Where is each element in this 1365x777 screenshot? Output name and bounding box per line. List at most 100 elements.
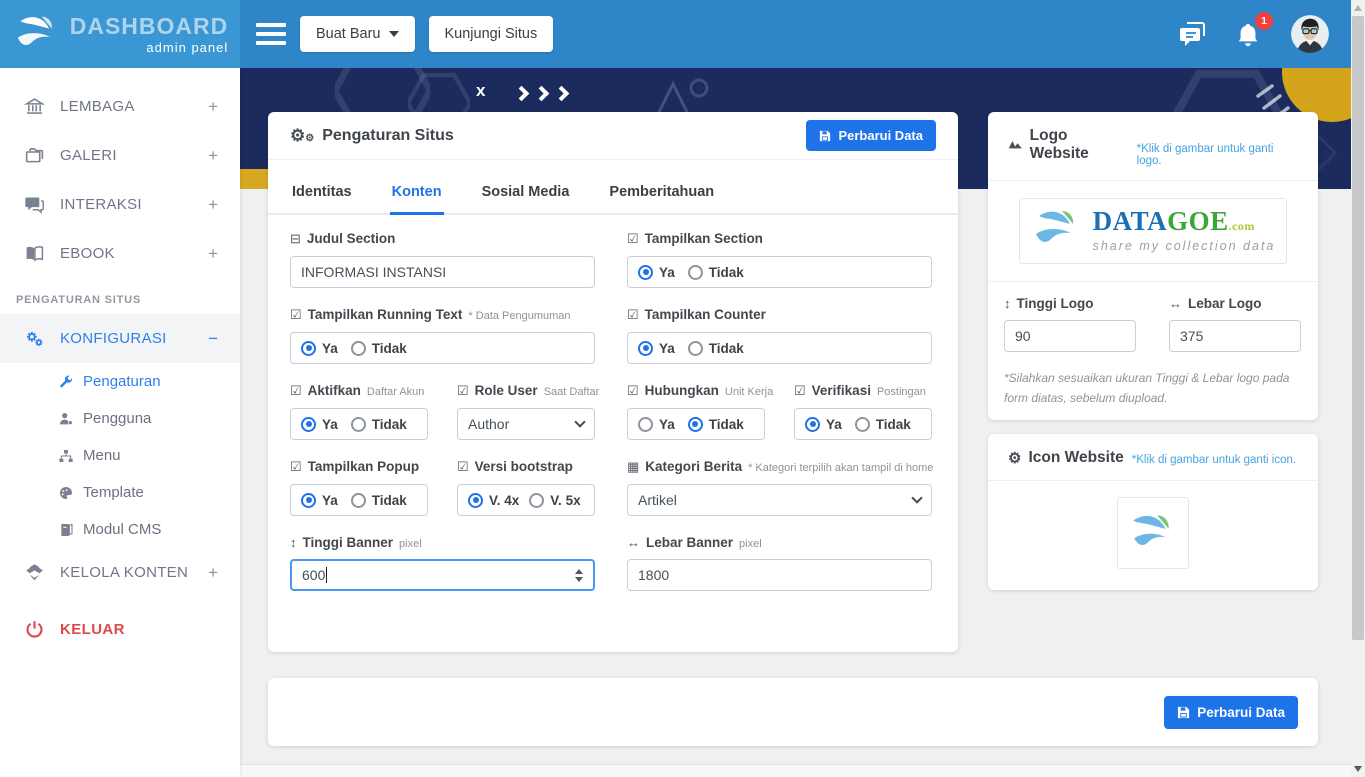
sidebar-item-keluar[interactable]: KELUAR	[0, 605, 240, 654]
lebar-banner-input[interactable]	[627, 559, 932, 591]
messages-button[interactable]	[1179, 20, 1207, 48]
radio-tidak[interactable]: Tidak	[351, 417, 407, 432]
logo-image[interactable]: DATAGOE.com share my collection data	[1019, 198, 1287, 264]
chevrons-decoration	[516, 88, 567, 99]
radio-ya[interactable]: Ya	[301, 417, 338, 432]
avatar-image	[1291, 15, 1329, 53]
box-icon	[24, 562, 45, 583]
scroll-down-arrow-icon[interactable]	[1354, 766, 1362, 772]
expand-plus-icon[interactable]: +	[208, 563, 218, 583]
logo-text-com: .com	[1229, 219, 1255, 233]
radio-label: Tidak	[876, 417, 911, 432]
brand-subtitle: admin panel	[70, 41, 229, 54]
tab-pemberitahuan[interactable]: Pemberitahuan	[607, 184, 716, 215]
scrollbar-thumb[interactable]	[1352, 16, 1364, 640]
gears-icon: ⚙⚙	[290, 127, 314, 144]
tab-konten[interactable]: Konten	[390, 184, 444, 215]
sidebar-item-galeri[interactable]: GALERI +	[0, 131, 240, 180]
app-logo[interactable]: DASHBOARD admin panel	[0, 0, 240, 68]
radio-ya[interactable]: Ya	[638, 265, 675, 280]
radio-v4x[interactable]: V. 4x	[468, 493, 519, 508]
sidebar-subitem-template[interactable]: Template	[0, 474, 240, 511]
card-title: Icon Website	[1028, 449, 1123, 467]
collapse-minus-icon[interactable]: −	[208, 329, 218, 349]
lebar-logo-input[interactable]	[1169, 320, 1301, 352]
radio-ya[interactable]: Ya	[638, 341, 675, 356]
radio-label: Tidak	[709, 265, 744, 280]
hamburger-menu-icon[interactable]	[256, 23, 286, 45]
sidebar-subitem-modul-cms[interactable]: Modul CMS	[0, 511, 240, 548]
field-sublabel: Daftar Akun	[367, 386, 424, 398]
tinggi-logo-input[interactable]	[1004, 320, 1136, 352]
logo-text-goe: GOE	[1167, 206, 1229, 236]
radio-label: Tidak	[709, 341, 744, 356]
buat-baru-button[interactable]: Buat Baru	[300, 16, 415, 52]
sidebar-subitem-pengguna[interactable]: Pengguna	[0, 400, 240, 437]
change-logo-hint: *Klik di gambar untuk ganti logo.	[1137, 143, 1298, 167]
role-user-select[interactable]: Author	[457, 408, 595, 440]
judul-section-input[interactable]	[290, 256, 595, 288]
perbarui-data-button-bottom[interactable]: Perbarui Data	[1164, 696, 1298, 729]
radio-tidak[interactable]: Tidak	[688, 341, 744, 356]
radio-label: Ya	[322, 341, 338, 356]
field-sublabel: * Kategori terpilih akan tampil di home	[748, 462, 933, 474]
tab-sosial-media[interactable]: Sosial Media	[480, 184, 572, 215]
settings-tabs: Identitas Konten Sosial Media Pemberitah…	[268, 184, 958, 215]
radio-tidak[interactable]: Tidak	[855, 417, 911, 432]
radio-ya[interactable]: Ya	[301, 493, 338, 508]
radio-label: Ya	[322, 417, 338, 432]
user-avatar[interactable]	[1291, 15, 1329, 53]
radio-ya[interactable]: Ya	[805, 417, 842, 432]
gears-icon	[24, 328, 45, 349]
select-value: Author	[468, 416, 509, 432]
caret-down-icon	[389, 31, 399, 37]
text-height-icon: ↕	[1004, 296, 1011, 311]
sidebar-item-lembaga[interactable]: LEMBAGA +	[0, 82, 240, 131]
radio-tidak[interactable]: Tidak	[688, 265, 744, 280]
sidebar-item-konfigurasi[interactable]: KONFIGURASI −	[0, 314, 240, 363]
logo-size-note: *Silahkan sesuaikan ukuran Tinggi & Leba…	[988, 352, 1318, 409]
scroll-up-arrow-icon[interactable]	[1354, 5, 1362, 11]
field-sublabel: pixel	[399, 538, 422, 550]
radio-ya[interactable]: Ya	[301, 341, 338, 356]
radio-tidak[interactable]: Tidak	[351, 341, 407, 356]
sidebar-item-interaksi[interactable]: INTERAKSI +	[0, 180, 240, 229]
radio-v5x[interactable]: V. 5x	[529, 493, 580, 508]
icon-image[interactable]	[1117, 497, 1189, 569]
expand-plus-icon[interactable]: +	[208, 97, 218, 117]
sidebar-item-kelola-konten[interactable]: KELOLA KONTEN +	[0, 548, 240, 597]
tampilkan-counter-radio-group: Ya Tidak	[627, 332, 932, 364]
notifications-button[interactable]: 1	[1235, 20, 1263, 48]
sidebar-label: KONFIGURASI	[60, 330, 167, 347]
check-square-icon: ☑	[794, 383, 806, 399]
expand-plus-icon[interactable]: +	[208, 244, 218, 264]
check-square-icon: ☑	[290, 383, 302, 399]
expand-plus-icon[interactable]: +	[208, 195, 218, 215]
sidebar-item-ebook[interactable]: EBOOK +	[0, 229, 240, 278]
field-label: Lebar Banner	[646, 535, 733, 550]
number-spinner[interactable]	[575, 569, 583, 582]
expand-plus-icon[interactable]: +	[208, 146, 218, 166]
radio-label: Tidak	[372, 341, 407, 356]
kategori-berita-select[interactable]: Artikel	[627, 484, 932, 516]
sidebar: LEMBAGA + GALERI + INTERAKSI + EBOOK + P…	[0, 68, 240, 777]
tinggi-banner-input[interactable]: 600	[290, 559, 595, 591]
vertical-scrollbar[interactable]	[1351, 0, 1365, 777]
kunjungi-situs-button[interactable]: Kunjungi Situs	[429, 16, 554, 52]
text-cursor	[326, 567, 327, 583]
brand-title: DASHBOARD	[70, 15, 229, 38]
kunjungi-situs-label: Kunjungi Situs	[445, 26, 538, 42]
radio-tidak[interactable]: Tidak	[688, 417, 744, 432]
radio-label: Ya	[322, 493, 338, 508]
radio-ya[interactable]: Ya	[638, 417, 675, 432]
sidebar-subitem-menu[interactable]: Menu	[0, 437, 240, 474]
radio-tidak[interactable]: Tidak	[351, 493, 407, 508]
power-icon	[24, 619, 45, 640]
sidebar-subitem-pengaturan[interactable]: Pengaturan	[0, 363, 240, 400]
select-value: Artikel	[638, 492, 677, 508]
chevron-down-icon	[911, 492, 922, 503]
radio-label: V. 4x	[489, 493, 519, 508]
field-label: Tinggi Banner	[303, 535, 394, 550]
tab-identitas[interactable]: Identitas	[290, 184, 354, 215]
perbarui-data-button-top[interactable]: Perbarui Data	[806, 120, 936, 151]
